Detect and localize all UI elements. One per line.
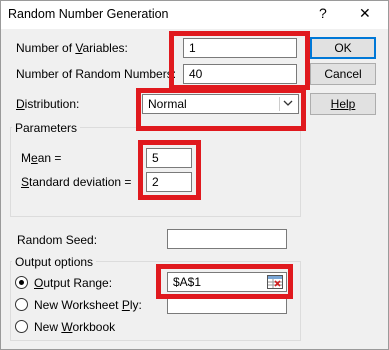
highlight-box-counts xyxy=(169,31,310,90)
random-number-generation-dialog: Random Number Generation ? ✕ Number of V… xyxy=(0,0,389,350)
ok-button[interactable]: OK xyxy=(310,37,376,59)
random-seed-input[interactable] xyxy=(167,229,287,249)
cancel-button[interactable]: Cancel xyxy=(310,63,376,85)
random-seed-label: Random Seed: xyxy=(17,233,98,247)
output-range-label: Output Range: xyxy=(34,276,113,290)
std-deviation-label: Standard deviation = xyxy=(21,175,132,189)
output-range-radio[interactable] xyxy=(15,276,28,289)
output-options-group-title: Output options xyxy=(12,255,97,269)
help-icon[interactable]: ? xyxy=(319,5,327,21)
title-bar: Random Number Generation ? ✕ xyxy=(1,1,388,29)
distribution-label: Distribution: xyxy=(16,97,80,111)
highlight-box-parameters xyxy=(138,140,201,200)
new-worksheet-label: New Worksheet Ply: xyxy=(34,298,142,312)
parameters-group-title: Parameters xyxy=(12,121,81,135)
num-random-numbers-label: Number of Random Numbers: xyxy=(16,67,177,81)
highlight-box-distribution xyxy=(136,88,306,131)
help-button[interactable]: Help xyxy=(310,93,376,115)
new-worksheet-radio[interactable] xyxy=(15,298,28,311)
highlight-box-output-range xyxy=(156,264,293,299)
new-workbook-radio[interactable] xyxy=(15,320,28,333)
new-workbook-label: New Workbook xyxy=(34,320,116,334)
close-icon[interactable]: ✕ xyxy=(359,5,371,22)
mean-label: Mean = xyxy=(21,151,62,165)
dialog-title: Random Number Generation xyxy=(8,7,169,21)
num-variables-label: Number of Variables: xyxy=(16,41,128,55)
